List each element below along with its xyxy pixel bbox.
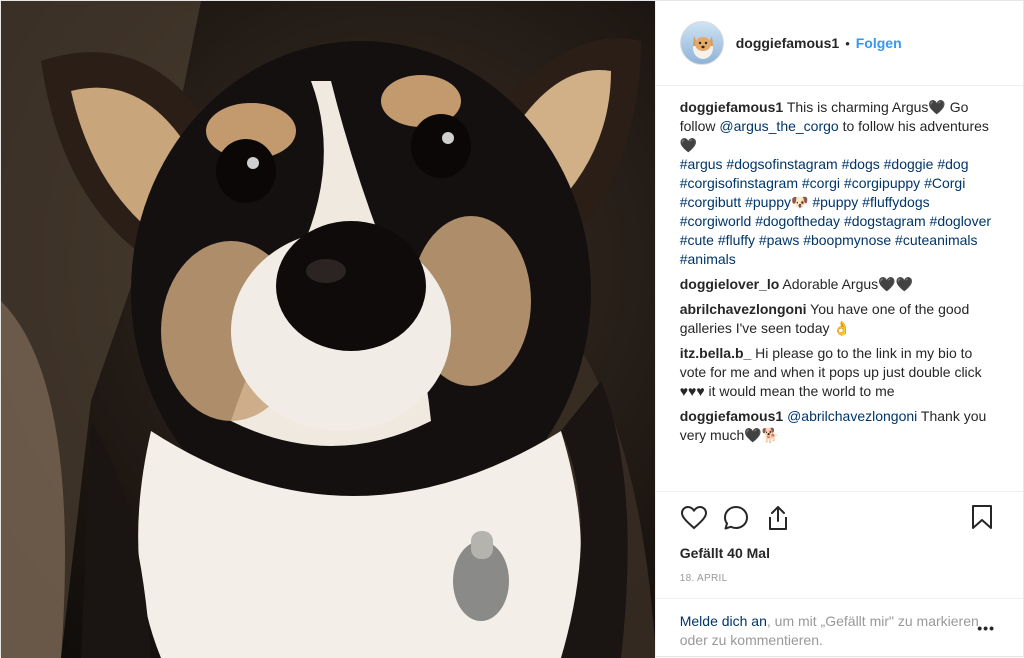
likes-count[interactable]: Gefällt 40 Mal [656, 543, 1023, 561]
comment-item: doggielover_lo Adorable Argus🖤🖤 [680, 275, 999, 294]
comment-username[interactable]: itz.bella.b_ [680, 345, 752, 361]
share-icon[interactable] [764, 504, 792, 532]
caption-mention-link[interactable]: @argus_the_corgo [719, 118, 838, 134]
heart-icon[interactable] [680, 504, 708, 532]
comments-list: doggiefamous1 This is charming Argus🖤 Go… [656, 86, 1023, 491]
post-container: doggiefamous1 • Folgen doggiefamous1 Thi… [0, 0, 1024, 658]
comment-username[interactable]: abrilchavezlongoni [680, 301, 807, 317]
follow-button[interactable]: Folgen [856, 35, 902, 51]
login-prompt: Melde dich an, um mit „Gefällt mir" zu m… [655, 598, 1023, 658]
comment-item: itz.bella.b_ Hi please go to the link in… [680, 344, 999, 401]
comment-mention-link[interactable]: @abrilchavezlongoni [787, 408, 917, 424]
comment-bubble-icon[interactable] [722, 504, 750, 532]
post-sidebar: doggiefamous1 • Folgen doggiefamous1 Thi… [654, 1, 1023, 658]
corgi-avatar-icon [692, 36, 713, 59]
user-avatar[interactable] [679, 21, 724, 65]
caption-hashtags[interactable]: #argus #dogsofinstagram #dogs #doggie #d… [680, 155, 999, 269]
post-photo[interactable] [1, 1, 655, 658]
caption-username[interactable]: doggiefamous1 [680, 99, 783, 115]
header-username[interactable]: doggiefamous1 [736, 35, 839, 51]
action-bar [655, 491, 1023, 543]
bookmark-icon[interactable] [971, 504, 995, 532]
comment-username[interactable]: doggielover_lo [680, 276, 780, 292]
comment-item: abrilchavezlongoni You have one of the g… [680, 300, 999, 338]
post-header: doggiefamous1 • Folgen [655, 1, 1023, 86]
post-date: 18. APRIL [679, 573, 728, 584]
corgi-photo-illustration [1, 1, 655, 658]
login-link[interactable]: Melde dich an [680, 613, 767, 629]
header-separator: • [845, 35, 850, 51]
more-options-button[interactable]: ••• [977, 619, 995, 638]
comment-item: doggiefamous1 @abrilchavezlongoni Thank … [680, 407, 999, 445]
comment-text: Adorable Argus🖤🖤 [782, 276, 914, 292]
caption: doggiefamous1 This is charming Argus🖤 Go… [680, 98, 999, 269]
comment-username[interactable]: doggiefamous1 [680, 408, 783, 424]
